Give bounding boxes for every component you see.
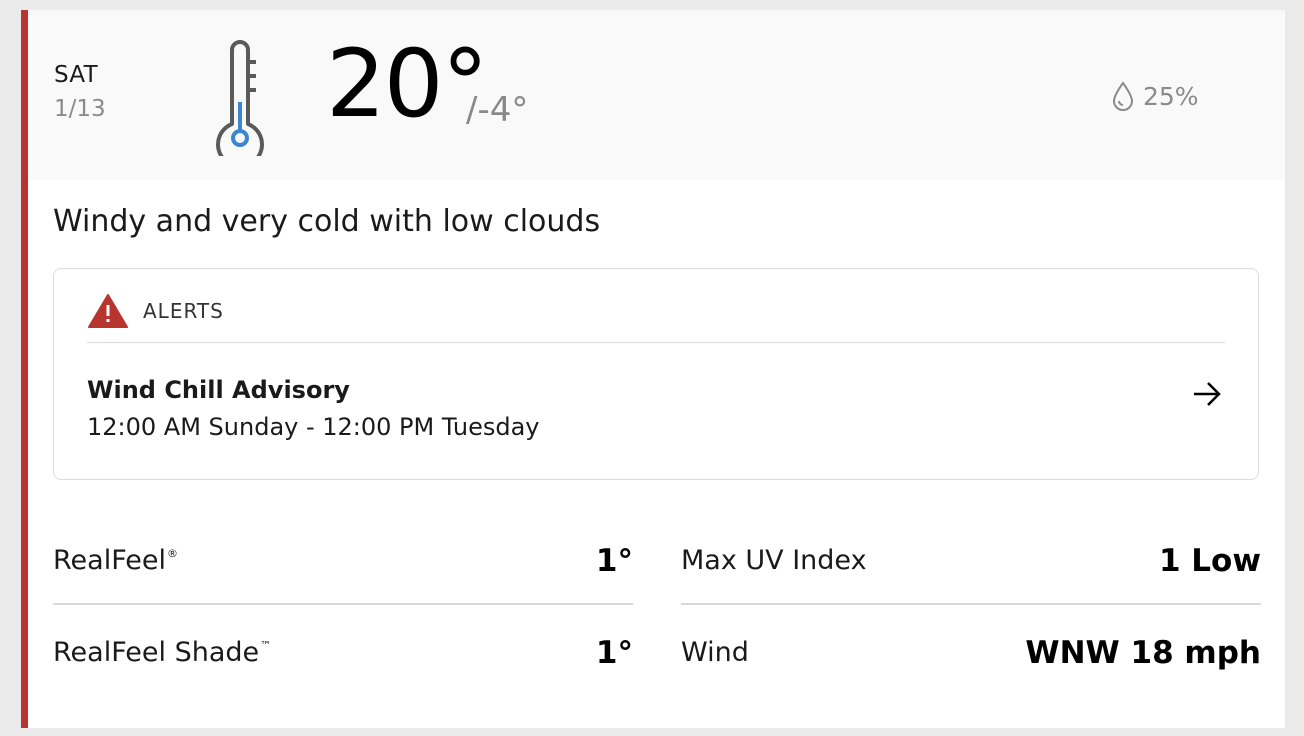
registered-mark: ® xyxy=(166,547,178,560)
raindrop-icon xyxy=(1112,81,1134,111)
alerts-panel: ALERTS Wind Chill Advisory 12:00 AM Sund… xyxy=(53,268,1259,480)
stat-value: WNW 18 mph xyxy=(1025,635,1261,671)
daily-forecast-card: SAT 1/13 20° /-4° 25% Windy and very col… xyxy=(21,10,1285,728)
forecast-date: 1/13 xyxy=(54,96,106,122)
stat-label: Max UV Index xyxy=(681,545,867,576)
stat-value: 1 Low xyxy=(1158,543,1261,579)
arrow-right-icon[interactable] xyxy=(1192,381,1222,407)
stat-realfeel-shade: RealFeel Shade™ 1° xyxy=(53,607,633,697)
accent-bar xyxy=(21,10,28,728)
precipitation: 25% xyxy=(1111,78,1199,114)
stat-max-uv-index: Max UV Index 1 Low xyxy=(681,515,1261,605)
stat-value: 1° xyxy=(595,543,633,579)
stat-realfeel: RealFeel® 1° xyxy=(53,515,633,605)
stat-value: 1° xyxy=(595,635,633,671)
forecast-header: SAT 1/13 20° /-4° 25% xyxy=(28,10,1285,180)
low-temperature: /-4° xyxy=(466,90,529,130)
trademark: ™ xyxy=(260,639,272,652)
thermometer-icon xyxy=(216,40,264,156)
alerts-title: ALERTS xyxy=(143,299,224,323)
stat-label: Wind xyxy=(681,637,749,668)
stat-wind: Wind WNW 18 mph xyxy=(681,607,1261,697)
alert-title: Wind Chill Advisory xyxy=(87,376,350,404)
warning-triangle-icon xyxy=(88,294,128,328)
forecast-phrase: Windy and very cold with low clouds xyxy=(53,204,601,239)
alert-time-range: 12:00 AM Sunday - 12:00 PM Tuesday xyxy=(87,413,540,441)
high-temperature: 20° xyxy=(326,30,489,139)
alerts-header: ALERTS xyxy=(87,293,224,329)
forecast-day: SAT xyxy=(54,62,98,88)
precipitation-probability: 25% xyxy=(1143,81,1199,111)
stat-label: RealFeel Shade™ xyxy=(53,637,272,668)
alert-wind-chill-advisory[interactable]: Wind Chill Advisory 12:00 AM Sunday - 12… xyxy=(54,343,1258,479)
stat-label: RealFeel® xyxy=(53,545,178,576)
